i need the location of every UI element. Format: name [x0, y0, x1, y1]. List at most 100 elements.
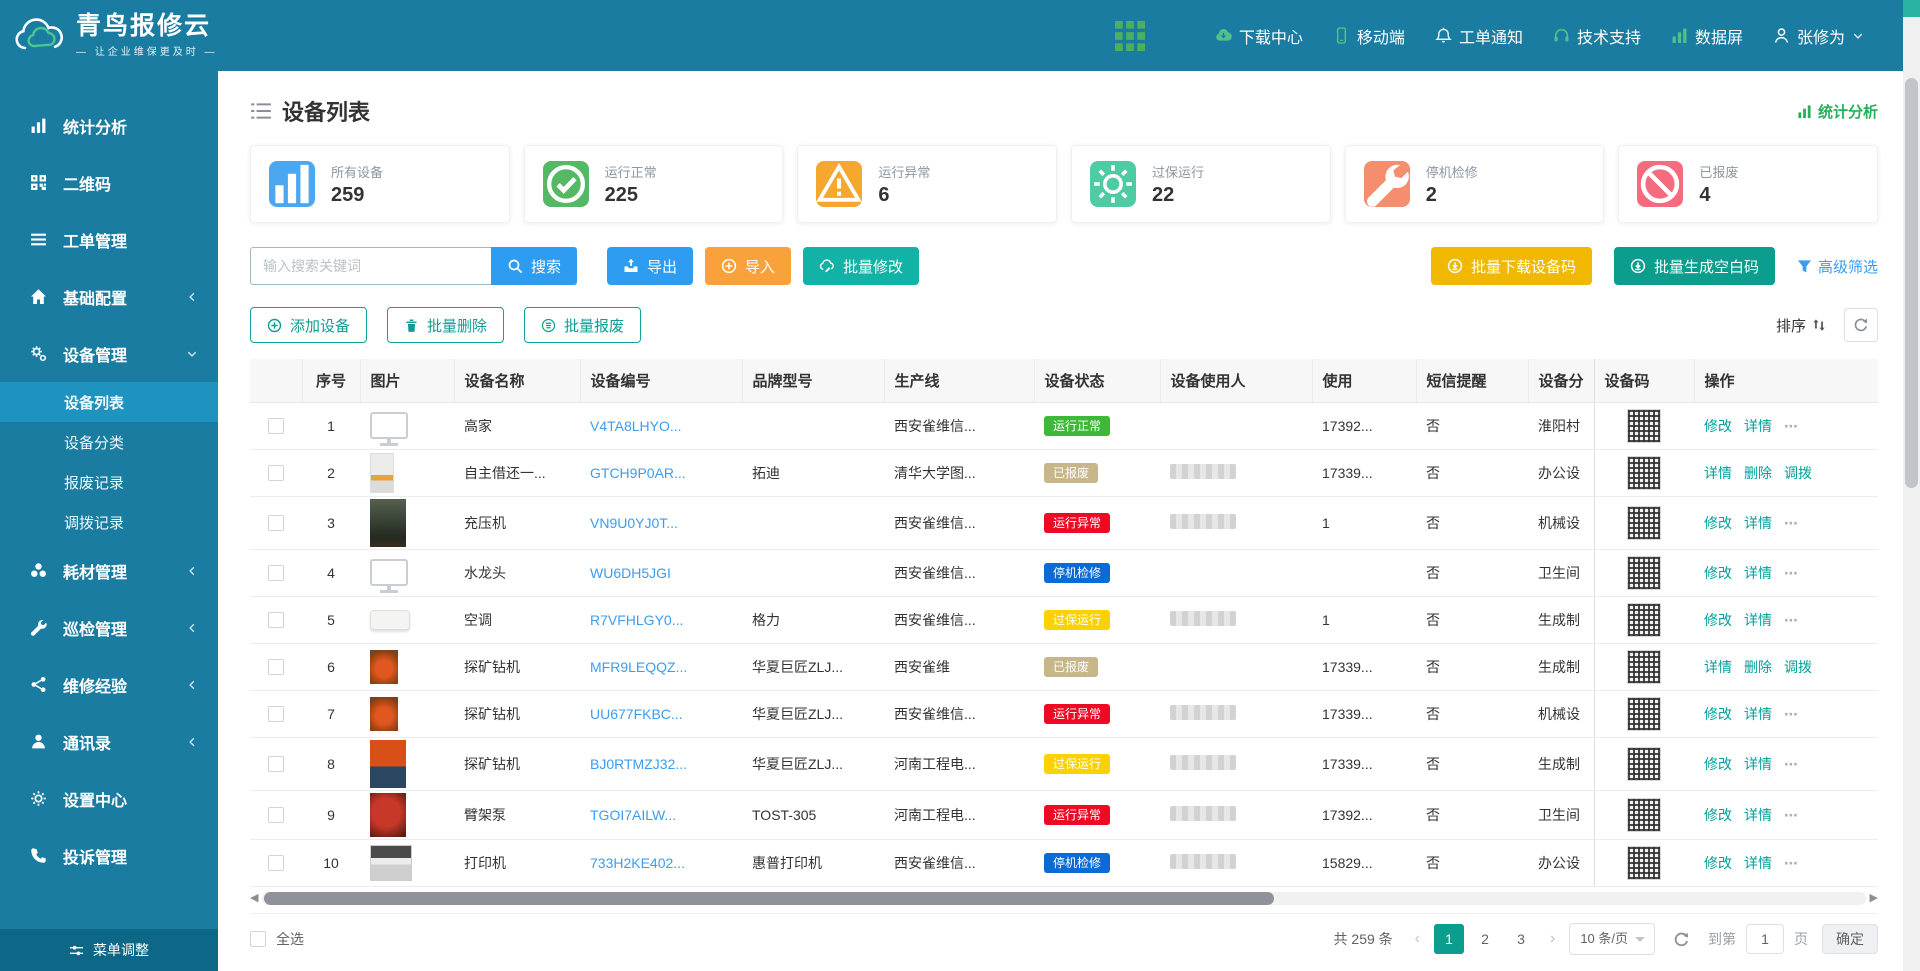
action-link[interactable]: 详情	[1744, 706, 1772, 722]
device-code-link[interactable]: UU677FKBC...	[590, 706, 683, 722]
nav-item-3[interactable]: 技术支持	[1553, 24, 1641, 48]
qr-code[interactable]	[1627, 747, 1661, 781]
nav-item-4[interactable]: 数据屏	[1671, 24, 1743, 48]
scroll-right-arrow-icon[interactable]: ▶	[1870, 893, 1878, 904]
qr-code[interactable]	[1627, 846, 1661, 880]
row-checkbox[interactable]	[268, 756, 284, 772]
more-actions-icon[interactable]: ⋯	[1784, 807, 1799, 823]
import-button[interactable]: 导入	[705, 247, 791, 285]
refresh-icon[interactable]	[1673, 931, 1690, 948]
sidebar-item-6[interactable]: 巡检管理	[0, 599, 218, 656]
page-size-select[interactable]: 10 条/页	[1569, 923, 1655, 955]
action-link[interactable]: 修改	[1704, 706, 1732, 722]
advanced-filter-link[interactable]: 高级筛选	[1797, 256, 1878, 277]
sidebar-item-2[interactable]: 工单管理	[0, 211, 218, 268]
apps-grid-icon[interactable]	[1115, 21, 1145, 51]
sidebar-subitem-3[interactable]: 调拨记录	[0, 502, 218, 542]
sidebar-subitem-1[interactable]: 设备分类	[0, 422, 218, 462]
sidebar-item-0[interactable]: 统计分析	[0, 97, 218, 154]
more-actions-icon[interactable]: ⋯	[1784, 418, 1799, 434]
scrollbar-thumb[interactable]	[264, 892, 1274, 905]
vertical-scrollbar[interactable]	[1903, 0, 1920, 971]
page-button-2[interactable]: 2	[1470, 924, 1500, 954]
confirm-button[interactable]: 确定	[1822, 924, 1878, 954]
more-actions-icon[interactable]: ⋯	[1784, 855, 1799, 871]
qr-code[interactable]	[1627, 409, 1661, 443]
sidebar-subitem-0[interactable]: 设备列表	[0, 382, 218, 422]
action-link[interactable]: 详情	[1704, 659, 1732, 675]
action-link[interactable]: 修改	[1704, 807, 1732, 823]
row-checkbox[interactable]	[268, 565, 284, 581]
device-code-link[interactable]: GTCH9P0AR...	[590, 465, 686, 481]
qr-code[interactable]	[1627, 456, 1661, 490]
device-code-link[interactable]: MFR9LEQQZ...	[590, 659, 687, 675]
user-menu[interactable]: 张修为	[1773, 24, 1864, 48]
add-device-button[interactable]: 添加设备	[250, 307, 367, 343]
action-link[interactable]: 调拨	[1784, 465, 1812, 481]
action-link[interactable]: 修改	[1704, 612, 1732, 628]
next-page-icon[interactable]: ›	[1546, 930, 1559, 948]
more-actions-icon[interactable]: ⋯	[1784, 612, 1799, 628]
action-link[interactable]: 详情	[1744, 612, 1772, 628]
qr-code[interactable]	[1627, 798, 1661, 832]
action-link[interactable]: 详情	[1744, 515, 1772, 531]
sort-button[interactable]: 排序	[1776, 315, 1826, 336]
page-button-3[interactable]: 3	[1506, 924, 1536, 954]
row-checkbox[interactable]	[268, 418, 284, 434]
action-link[interactable]: 详情	[1744, 418, 1772, 434]
batch-edit-button[interactable]: 批量修改	[803, 247, 919, 285]
action-link[interactable]: 修改	[1704, 855, 1732, 871]
prev-page-icon[interactable]: ‹	[1411, 930, 1424, 948]
device-code-link[interactable]: V4TA8LHYO...	[590, 418, 682, 434]
sidebar-item-1[interactable]: 二维码	[0, 154, 218, 211]
sidebar-item-3[interactable]: 基础配置	[0, 268, 218, 325]
nav-item-2[interactable]: 工单通知	[1435, 24, 1523, 48]
qr-code[interactable]	[1627, 603, 1661, 637]
device-code-link[interactable]: BJ0RTMZJ32...	[590, 756, 687, 772]
action-link[interactable]: 详情	[1744, 855, 1772, 871]
batch-delete-button[interactable]: 批量删除	[387, 307, 504, 343]
action-link[interactable]: 详情	[1704, 465, 1732, 481]
action-link[interactable]: 详情	[1744, 756, 1772, 772]
app-logo[interactable]: 青鸟报修云 — 让企业维保更及时 —	[0, 13, 218, 58]
qr-code[interactable]	[1627, 697, 1661, 731]
action-link[interactable]: 修改	[1704, 418, 1732, 434]
qr-code[interactable]	[1627, 650, 1661, 684]
sidebar-subitem-2[interactable]: 报废记录	[0, 462, 218, 502]
stats-analysis-link[interactable]: 统计分析	[1797, 101, 1878, 122]
horizontal-scrollbar[interactable]: ◀ ▶	[250, 891, 1878, 907]
device-code-link[interactable]: VN9U0YJ0T...	[590, 515, 678, 531]
action-link[interactable]: 调拨	[1784, 659, 1812, 675]
more-actions-icon[interactable]: ⋯	[1784, 706, 1799, 722]
page-button-1[interactable]: 1	[1434, 924, 1464, 954]
device-code-link[interactable]: R7VFHLGY0...	[590, 612, 683, 628]
row-checkbox[interactable]	[268, 612, 284, 628]
export-button[interactable]: 导出	[607, 247, 693, 285]
goto-page-input[interactable]	[1746, 924, 1784, 954]
scroll-left-arrow-icon[interactable]: ◀	[250, 893, 258, 904]
row-checkbox[interactable]	[268, 659, 284, 675]
row-checkbox[interactable]	[268, 515, 284, 531]
action-link[interactable]: 详情	[1744, 565, 1772, 581]
device-code-link[interactable]: TGOI7AILW...	[590, 807, 676, 823]
batch-download-code-button[interactable]: 批量下载设备码	[1431, 247, 1592, 285]
action-link[interactable]: 删除	[1744, 659, 1772, 675]
scrollbar-thumb[interactable]	[1905, 78, 1918, 488]
device-code-link[interactable]: 733H2KE402...	[590, 855, 685, 871]
select-all-checkbox[interactable]	[250, 931, 266, 947]
action-link[interactable]: 修改	[1704, 565, 1732, 581]
action-link[interactable]: 修改	[1704, 756, 1732, 772]
sidebar-item-9[interactable]: 设置中心	[0, 770, 218, 827]
more-actions-icon[interactable]: ⋯	[1784, 515, 1799, 531]
nav-item-0[interactable]: 下载中心	[1215, 24, 1303, 48]
search-button[interactable]: 搜索	[491, 247, 577, 285]
row-checkbox[interactable]	[268, 706, 284, 722]
row-checkbox[interactable]	[268, 465, 284, 481]
batch-generate-code-button[interactable]: 批量生成空白码	[1614, 247, 1775, 285]
device-code-link[interactable]: WU6DH5JGI	[590, 565, 671, 581]
more-actions-icon[interactable]: ⋯	[1784, 756, 1799, 772]
row-checkbox[interactable]	[268, 855, 284, 871]
qr-code[interactable]	[1627, 506, 1661, 540]
action-link[interactable]: 详情	[1744, 807, 1772, 823]
more-actions-icon[interactable]: ⋯	[1784, 565, 1799, 581]
